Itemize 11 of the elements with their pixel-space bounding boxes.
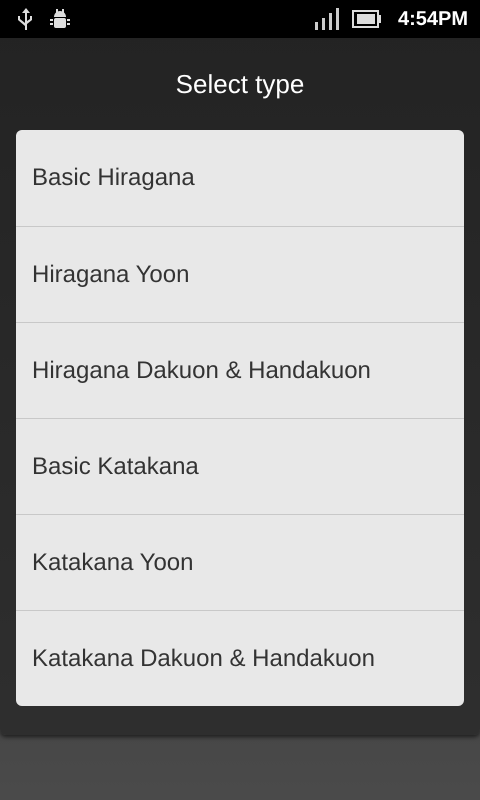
option-item[interactable]: Basic Hiragana — [16, 130, 464, 226]
battery-icon — [352, 10, 382, 28]
dialog-title: Select type — [176, 68, 304, 100]
option-item[interactable]: Katakana Yoon — [16, 514, 464, 610]
signal-icon — [314, 8, 340, 30]
option-item[interactable]: Katakana Dakuon & Handakuon — [16, 610, 464, 706]
option-item[interactable]: Basic Katakana — [16, 418, 464, 514]
option-item[interactable]: Hiragana Yoon — [16, 226, 464, 322]
status-time: 4:54PM — [398, 7, 468, 32]
bug-icon — [48, 7, 72, 31]
option-item[interactable]: Hiragana Dakuon & Handakuon — [16, 322, 464, 418]
